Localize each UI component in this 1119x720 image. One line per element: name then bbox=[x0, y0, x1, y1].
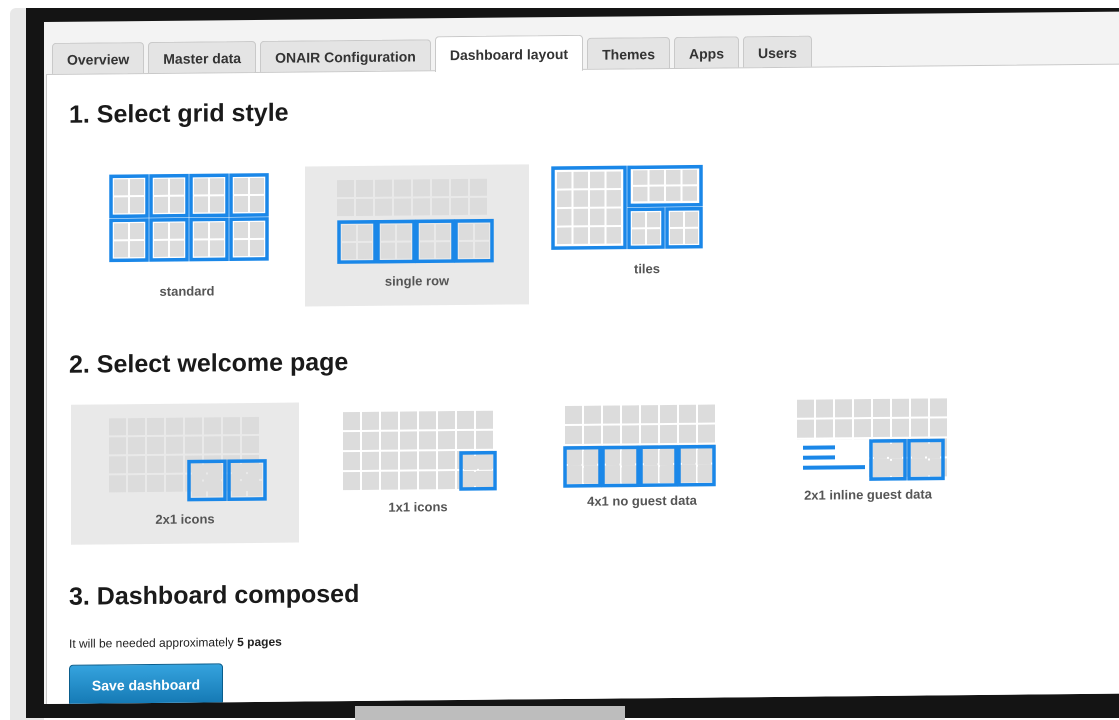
welcome-page-label: 2x1 icons bbox=[155, 511, 215, 527]
welcome-page-label: 1x1 icons bbox=[388, 499, 448, 515]
grid-style-single-row[interactable]: single row bbox=[305, 164, 529, 307]
tiles-grid-icon bbox=[551, 164, 703, 250]
welcome-page-2x1-icons[interactable]: 2x1 icons bbox=[71, 402, 299, 545]
grid-style-tiles[interactable]: tiles bbox=[547, 162, 747, 294]
2x1-icons-layout-icon bbox=[109, 416, 267, 502]
tab-onair-configuration[interactable]: ONAIR Configuration bbox=[260, 39, 431, 73]
welcome-page-4x1-no-guest-data[interactable]: 4x1 no guest data bbox=[557, 396, 727, 518]
section-title-welcome-page: 2. Select welcome page bbox=[69, 348, 349, 379]
4x1-no-guest-data-layout-icon bbox=[563, 404, 716, 488]
grid-style-label: single row bbox=[384, 273, 450, 289]
standard-grid-icon bbox=[109, 173, 269, 263]
grid-style-label: standard bbox=[159, 283, 215, 299]
grid-style-standard[interactable]: standard bbox=[87, 171, 287, 303]
tab-overview[interactable]: Overview bbox=[52, 42, 145, 75]
tab-dashboard-layout[interactable]: Dashboard layout bbox=[434, 34, 584, 73]
single-row-grid-icon bbox=[337, 178, 494, 264]
welcome-page-label: 4x1 no guest data bbox=[587, 492, 697, 509]
tab-users[interactable]: Users bbox=[743, 35, 812, 69]
screen: Overview Master data ONAIR Configuration… bbox=[44, 11, 1119, 705]
tab-apps[interactable]: Apps bbox=[674, 36, 740, 69]
dashboard-layout-panel: 1. Select grid style standard single row… bbox=[46, 63, 1119, 705]
section-title-grid-style: 1. Select grid style bbox=[69, 98, 289, 129]
2x1-inline-guest-data-layout-icon bbox=[797, 398, 947, 481]
pages-needed-note: It will be needed approximately 5 pages bbox=[69, 635, 282, 651]
welcome-page-2x1-inline-guest-data[interactable]: 2x1 inline guest data bbox=[783, 392, 953, 514]
section-title-dashboard-composed: 3. Dashboard composed bbox=[69, 579, 360, 611]
pages-needed-text: It will be needed approximately bbox=[69, 635, 234, 651]
tab-themes[interactable]: Themes bbox=[587, 36, 671, 70]
tab-master-data[interactable]: Master data bbox=[148, 40, 257, 74]
grid-style-label: tiles bbox=[633, 261, 660, 277]
pages-needed-value: 5 pages bbox=[237, 634, 282, 650]
welcome-page-1x1-icons[interactable]: 1x1 icons bbox=[333, 403, 503, 525]
welcome-page-label: 2x1 inline guest data bbox=[804, 486, 932, 503]
save-dashboard-button[interactable]: Save dashboard bbox=[69, 663, 223, 705]
1x1-icons-layout-icon bbox=[343, 410, 497, 491]
